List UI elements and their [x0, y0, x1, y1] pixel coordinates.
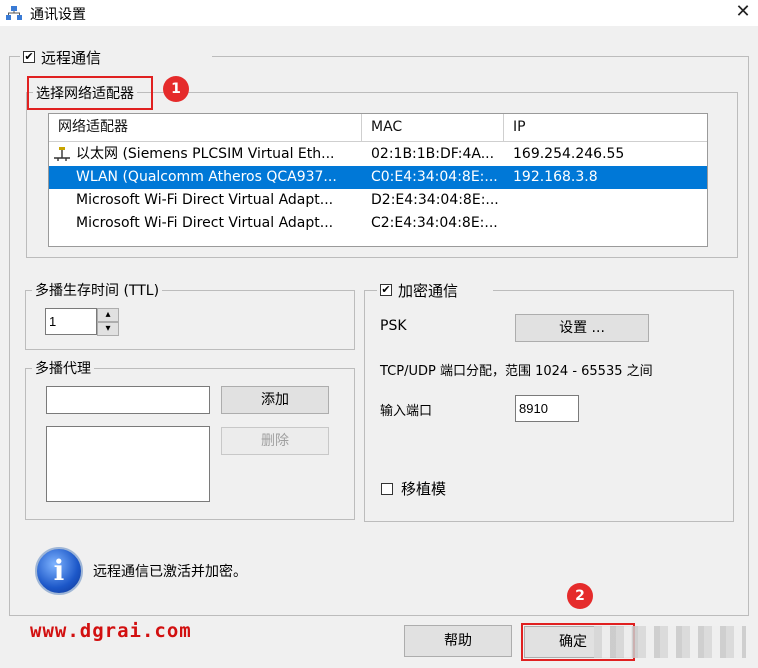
legacy-label: 移植模 [401, 480, 447, 498]
legacy-checkbox[interactable] [381, 482, 393, 495]
adapter-name-cell: Microsoft Wi-Fi Direct Virtual Adapt... [76, 192, 334, 208]
annotation-badge-1: 1 [163, 76, 189, 102]
table-row[interactable]: Microsoft Wi-Fi Direct Virtual Adapt... D… [49, 189, 707, 212]
table-row[interactable]: WLAN (Qualcomm Atheros QCA937... C0:E4:34… [49, 166, 707, 189]
ttl-input[interactable] [45, 308, 97, 335]
port-label: 输入端口 [380, 404, 433, 419]
watermark-text: www.dgrai.com [30, 620, 192, 642]
ttl-legend: 多播生存时间 (TTL) [32, 280, 163, 302]
adapter-name-cell: WLAN (Qualcomm Atheros QCA937... [76, 169, 337, 185]
encrypt-label: 加密通信 [398, 281, 459, 300]
table-row[interactable]: 以太网 (Siemens PLCSIM Virtual Eth... 02:1B:… [49, 143, 707, 166]
delete-button[interactable]: 删除 [221, 427, 329, 455]
encrypt-checkbox[interactable]: ✔ [380, 284, 392, 296]
psk-label: PSK [380, 318, 407, 334]
port-input[interactable] [515, 395, 579, 422]
remote-label: 远程通信 [41, 48, 102, 67]
mac-cell: C0:E4:34:04:8E:... [371, 169, 498, 185]
column-header-ip[interactable]: IP [504, 114, 707, 141]
chevron-up-icon: ▴ [105, 309, 111, 320]
mac-cell: 02:1B:1B:DF:4A... [371, 146, 495, 162]
add-button[interactable]: 添加 [221, 386, 329, 414]
blurred-cancel-button [594, 626, 746, 658]
ttl-down-button[interactable]: ▾ [97, 322, 119, 336]
mac-cell: D2:E4:34:04:8E:... [371, 192, 499, 208]
mac-cell: C2:E4:34:04:8E:... [371, 215, 498, 231]
ip-cell: 169.254.246.55 [513, 146, 625, 162]
annotation-badge-2: 2 [567, 583, 593, 609]
window-title: 通讯设置 [30, 7, 86, 23]
adapter-name-cell: 以太网 (Siemens PLCSIM Virtual Eth... [76, 146, 335, 162]
table-row[interactable]: Microsoft Wi-Fi Direct Virtual Adapt... C… [49, 212, 707, 235]
ttl-up-button[interactable]: ▴ [97, 308, 119, 322]
encrypt-legend: ✔ 加密通信 [377, 279, 493, 301]
chevron-down-icon: ▾ [105, 323, 111, 334]
column-header-adapter[interactable]: 网络适配器 [49, 114, 362, 141]
proxy-input[interactable] [46, 386, 210, 414]
port-range-text: TCP/UDP 端口分配，范围 1024 - 65535 之间 [380, 364, 653, 379]
help-button[interactable]: 帮助 [404, 625, 512, 657]
proxy-legend: 多播代理 [32, 358, 94, 380]
adapter-list[interactable]: 网络适配器 MAC IP 以太网 (Siemens PLCSIM Virtual… [48, 113, 708, 247]
network-icon [6, 6, 22, 20]
close-icon[interactable]: ✕ [734, 2, 752, 22]
psk-settings-button[interactable]: 设置 ... [515, 314, 649, 342]
adapter-list-header: 网络适配器 MAC IP [49, 114, 707, 142]
ip-cell: 192.168.3.8 [513, 169, 598, 185]
remote-legend: ✔ 远程通信 [20, 46, 212, 68]
title-bar: 通讯设置 ✕ [0, 0, 758, 26]
proxy-list[interactable] [46, 426, 210, 502]
remote-checkbox[interactable]: ✔ [23, 51, 35, 63]
column-header-mac[interactable]: MAC [362, 114, 504, 141]
info-icon: i [35, 547, 83, 595]
annotation-box-adapter [27, 76, 153, 110]
ethernet-icon [53, 143, 71, 166]
status-message: 远程通信已激活并加密。 [93, 564, 247, 580]
legacy-option: 移植模 [381, 478, 446, 499]
adapter-name-cell: Microsoft Wi-Fi Direct Virtual Adapt... [76, 215, 334, 231]
